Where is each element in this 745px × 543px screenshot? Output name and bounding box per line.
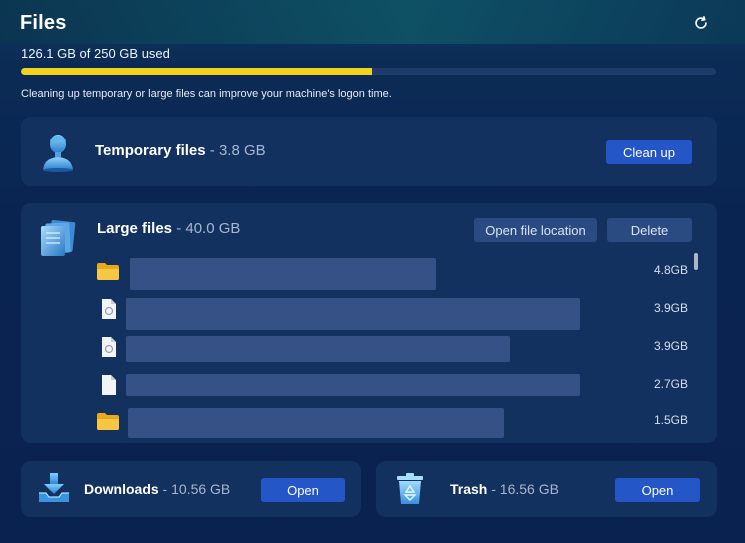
file-size: 2.7GB [653, 377, 688, 391]
list-item[interactable]: 3.9GB [96, 296, 688, 330]
list-item[interactable]: 1.5GB [96, 408, 688, 438]
file-size: 3.9GB [653, 301, 688, 315]
file-size: 4.8GB [653, 263, 688, 277]
downloads-open-button[interactable]: Open [261, 478, 345, 502]
trash-open-button[interactable]: Open [615, 478, 700, 502]
downloads-title: Downloads [84, 481, 159, 497]
trash-size: - 16.56 GB [487, 481, 559, 497]
file-size: 3.9GB [653, 339, 688, 353]
list-item[interactable]: 3.9GB [96, 334, 688, 364]
downloads-heading: Downloads - 10.56 GB [84, 481, 230, 499]
download-tray-icon [39, 473, 69, 502]
open-file-location-button[interactable]: Open file location [474, 218, 597, 242]
document-icon [102, 337, 116, 357]
storage-usage-bar-fill [21, 68, 372, 75]
clean-up-button[interactable]: Clean up [606, 140, 692, 164]
folder-icon [97, 413, 119, 430]
list-item[interactable]: 2.7GB [96, 372, 688, 402]
delete-button[interactable]: Delete [607, 218, 692, 242]
temporary-files-card: Temporary files - 3.8 GB Clean up [21, 117, 717, 186]
storage-usage-bar [21, 68, 716, 75]
trash-title: Trash [450, 481, 488, 497]
folder-icon [97, 263, 119, 280]
downloads-size: - 10.56 GB [158, 481, 231, 497]
downloads-card: Downloads - 10.56 GB Open [21, 461, 361, 517]
redacted-filename [126, 336, 510, 362]
large-files-title: Large files [97, 220, 173, 237]
temporary-files-heading: Temporary files - 3.8 GB [95, 142, 266, 160]
file-stack-icon [41, 220, 76, 256]
file-size: 1.5GB [653, 413, 688, 427]
redacted-filename [130, 258, 436, 290]
redacted-filename [126, 374, 580, 396]
header-glow [0, 0, 745, 44]
recycle-bin-icon [397, 473, 423, 504]
large-files-heading: Large files - 40.0 GB [97, 220, 240, 238]
redacted-filename [128, 408, 504, 438]
cleanup-hint: Cleaning up temporary or large files can… [21, 88, 392, 100]
trash-heading: Trash - 16.56 GB [450, 481, 559, 499]
storage-usage-text: 126.1 GB of 250 GB used [21, 46, 170, 61]
large-files-size: - 40.0 GB [172, 220, 241, 237]
scrollbar-thumb[interactable] [694, 253, 698, 270]
blank-file-icon [102, 375, 116, 395]
list-item[interactable]: 4.8GB [96, 258, 688, 290]
temporary-files-title: Temporary files [95, 142, 206, 159]
redacted-filename [126, 298, 580, 330]
document-icon [102, 299, 116, 319]
temporary-files-size: - 3.8 GB [205, 142, 266, 159]
trash-card: Trash - 16.56 GB Open [376, 461, 717, 517]
refresh-icon[interactable] [692, 14, 710, 32]
page-title: Files [20, 12, 67, 34]
person-bust-icon [43, 135, 73, 172]
